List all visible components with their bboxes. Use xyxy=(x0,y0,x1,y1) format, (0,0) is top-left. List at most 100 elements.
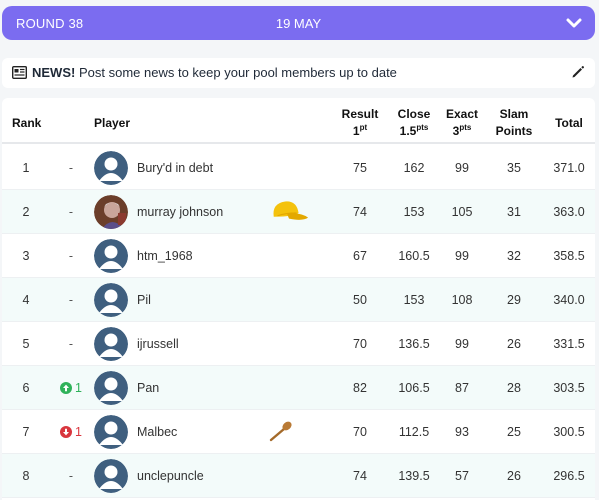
col-exact-sup: pts xyxy=(459,123,472,132)
slam-points: 31 xyxy=(507,205,521,219)
close-points: 162 xyxy=(403,161,425,175)
player-name[interactable]: Pil xyxy=(137,278,151,322)
rank-change: 1 xyxy=(56,366,86,410)
result-points: 75 xyxy=(353,161,367,175)
rank: 4 xyxy=(22,293,30,307)
exact-points: 57 xyxy=(455,469,469,483)
exact-points: 99 xyxy=(455,249,469,263)
exact-points: 108 xyxy=(451,293,473,307)
round-date: 19 MAY xyxy=(275,15,322,31)
rank-change: - xyxy=(56,278,86,322)
avatar[interactable] xyxy=(94,371,128,405)
col-result-pts: 1 xyxy=(352,124,360,138)
avatar[interactable] xyxy=(94,283,128,317)
pencil-icon[interactable] xyxy=(571,65,585,79)
slam-points: 32 xyxy=(507,249,521,263)
rank-change-value: 1 xyxy=(75,425,82,439)
rank: 1 xyxy=(22,161,30,175)
slam-points: 25 xyxy=(507,425,521,439)
player-name[interactable]: htm_1968 xyxy=(137,234,193,278)
result-points: 70 xyxy=(353,337,367,351)
table-row[interactable]: 6 1 Pan 82 106.5 87 28 303.5 xyxy=(2,366,595,410)
col-exact-points: 3pts xyxy=(436,123,488,140)
col-player[interactable]: Player xyxy=(94,115,154,132)
total-points: 331.5 xyxy=(553,337,585,351)
close-points: 136.5 xyxy=(398,337,430,351)
result-points: 82 xyxy=(353,381,367,395)
exact-points: 93 xyxy=(455,425,469,439)
total-points: 363.0 xyxy=(553,205,585,219)
col-close-pts: 1.5 xyxy=(399,124,417,138)
player-name[interactable]: unclepuncle xyxy=(137,454,204,498)
close-points: 112.5 xyxy=(398,425,430,439)
table-row[interactable]: 3 - htm_1968 67 160.5 99 32 358.5 xyxy=(2,234,595,278)
avatar[interactable] xyxy=(94,151,128,185)
avatar[interactable] xyxy=(94,239,128,273)
news-label: NEWS! xyxy=(32,65,76,80)
col-close[interactable]: Close 1.5pts xyxy=(388,106,440,140)
avatar[interactable] xyxy=(94,459,128,493)
player-name[interactable]: Pan xyxy=(137,366,159,410)
avatar[interactable] xyxy=(94,415,128,449)
slam-points: 29 xyxy=(507,293,521,307)
slam-points: 28 xyxy=(507,381,521,395)
player-name[interactable]: Malbec xyxy=(137,410,177,454)
news-message: NEWS! Post some news to keep your pool m… xyxy=(32,65,397,80)
rank-change-value: - xyxy=(68,161,74,175)
close-points: 139.5 xyxy=(398,469,430,483)
slam-points: 26 xyxy=(507,337,521,351)
slam-points: 35 xyxy=(507,161,521,175)
news-text: Post some news to keep your pool members… xyxy=(78,65,397,80)
rank-change: - xyxy=(56,146,86,190)
exact-points: 87 xyxy=(455,381,469,395)
col-close-sup: pts xyxy=(416,123,429,132)
col-result[interactable]: Result 1pt xyxy=(334,106,386,140)
chevron-down-icon[interactable] xyxy=(565,14,583,32)
rank: 8 xyxy=(22,469,30,483)
rank: 3 xyxy=(22,249,30,263)
total-points: 358.5 xyxy=(553,249,585,263)
result-points: 67 xyxy=(353,249,367,263)
rank-change: - xyxy=(56,454,86,498)
col-slam-label-2: Points xyxy=(495,124,533,138)
result-points: 74 xyxy=(353,469,367,483)
table-row[interactable]: 5 - ijrussell 70 136.5 99 26 331.5 xyxy=(2,322,595,366)
close-points: 106.5 xyxy=(398,381,430,395)
col-exact[interactable]: Exact 3pts xyxy=(436,106,488,140)
col-result-points: 1pt xyxy=(334,123,386,140)
table-row[interactable]: 4 - Pil 50 153 108 29 340.0 xyxy=(2,278,595,322)
total-points: 300.5 xyxy=(553,425,585,439)
cap-icon xyxy=(273,201,309,220)
news-bar: NEWS! Post some news to keep your pool m… xyxy=(2,58,595,88)
rank-change: - xyxy=(56,190,86,234)
table-row[interactable]: 2 - murray johnson 74 153 105 31 363.0 xyxy=(2,190,595,234)
table-row[interactable]: 8 - unclepuncle 74 139.5 57 26 296.5 xyxy=(2,454,595,498)
player-name[interactable]: murray johnson xyxy=(137,190,223,234)
close-points: 153 xyxy=(403,205,425,219)
avatar[interactable] xyxy=(94,327,128,361)
total-points: 296.5 xyxy=(553,469,585,483)
table-row[interactable]: 7 1 Malbec 70 112.5 93 25 300.5 xyxy=(2,410,595,454)
col-result-sup: pt xyxy=(359,123,368,132)
table-row[interactable]: 1 - Bury'd in debt 75 162 99 35 371.0 xyxy=(2,146,595,190)
arrow-down-circle-icon xyxy=(60,426,73,438)
rank-change-value: - xyxy=(68,337,74,351)
col-total[interactable]: Total xyxy=(546,115,592,132)
rank: 5 xyxy=(22,337,30,351)
round-selector[interactable]: ROUND 38 19 MAY xyxy=(2,6,595,40)
result-points: 74 xyxy=(353,205,367,219)
newspaper-icon xyxy=(12,66,27,79)
player-name[interactable]: Bury'd in debt xyxy=(137,146,213,190)
total-points: 340.0 xyxy=(553,293,585,307)
avatar[interactable] xyxy=(94,195,128,229)
col-close-label: Close xyxy=(397,107,431,121)
col-rank[interactable]: Rank xyxy=(10,115,50,132)
arrow-up-circle-icon xyxy=(60,382,73,394)
player-name[interactable]: ijrussell xyxy=(137,322,179,366)
col-slam[interactable]: Slam Points xyxy=(488,106,540,140)
rank-change: - xyxy=(56,322,86,366)
rank-change-value: - xyxy=(68,469,74,483)
rank: 6 xyxy=(22,381,30,395)
rank: 7 xyxy=(22,425,30,439)
col-result-label: Result xyxy=(341,107,379,121)
